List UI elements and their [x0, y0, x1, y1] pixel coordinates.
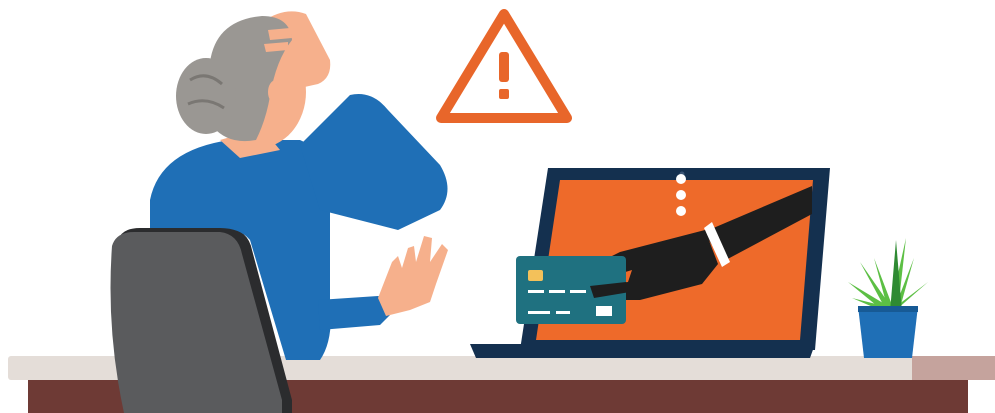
warning-sign-icon: [436, 9, 572, 123]
illustration-canvas: [8, 9, 995, 413]
potted-plant: [848, 238, 928, 358]
scam-illustration: [0, 0, 995, 413]
loading-dots: [676, 174, 686, 216]
